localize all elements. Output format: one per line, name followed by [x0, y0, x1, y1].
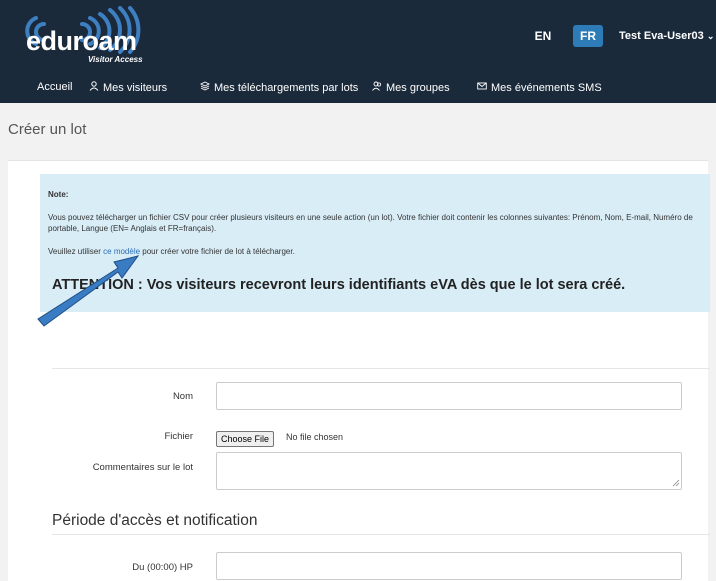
note-label: Note: — [48, 190, 69, 199]
nav-item-label: Mes groupes — [386, 82, 450, 94]
chevron-down-icon: ⌄ — [706, 31, 715, 41]
nav-item-label: Accueil — [37, 81, 73, 93]
from-date-input[interactable] — [216, 552, 682, 580]
from-label: Du (00:00) HP — [132, 562, 193, 573]
divider — [52, 534, 710, 535]
nav-item-mes-telechargements-par-lots[interactable]: Mes téléchargements par lots — [199, 81, 358, 94]
user-menu[interactable]: Test Eva-User03 ⌄ — [619, 25, 714, 47]
top-navigation-bar: eduroam Visitor Access EN FR Test Eva-Us… — [0, 0, 716, 103]
nav-item-label: Mes téléchargements par lots — [214, 82, 359, 94]
note-text-after: pour créer votre fichier de lot à téléch… — [140, 247, 295, 256]
name-input[interactable] — [216, 382, 682, 410]
file-label: Fichier — [164, 431, 193, 442]
page-title: Créer un lot — [8, 121, 87, 138]
section-title-access-period: Période d'accès et notification — [52, 512, 258, 529]
layers-icon — [199, 81, 211, 94]
logo-subtitle: Visitor Access — [88, 55, 143, 64]
user-name: Test Eva-User03 — [619, 30, 704, 42]
note-text: Vous pouvez télécharger un fichier CSV p… — [48, 213, 693, 233]
divider — [52, 368, 710, 369]
comments-label: Commentaires sur le lot — [92, 462, 193, 473]
nav-item-label: Mes événements SMS — [491, 82, 602, 94]
nav-item-accueil[interactable]: Accueil — [37, 81, 72, 93]
resize-grip-icon[interactable] — [672, 479, 680, 487]
name-label: Nom — [172, 391, 193, 402]
users-icon — [371, 81, 383, 94]
nav-item-mes-visiteurs[interactable]: Mes visiteurs — [88, 81, 167, 94]
nav-item-mes-evenements-sms[interactable]: Mes événements SMS — [476, 81, 602, 94]
eduroam-logo[interactable]: eduroam Visitor Access — [24, 6, 164, 68]
file-status: No file chosen — [286, 432, 344, 442]
nav-item-label: Mes visiteurs — [103, 82, 168, 94]
nav-item-mes-groupes[interactable]: Mes groupes — [371, 81, 450, 94]
comments-textarea[interactable] — [216, 452, 682, 490]
language-fr-button[interactable]: FR — [573, 25, 603, 47]
envelope-icon — [476, 81, 488, 94]
user-icon — [88, 81, 100, 94]
main-nav: Accueil Mes visiteurs Mes téléchargement… — [0, 75, 716, 103]
language-en-button[interactable]: EN — [530, 25, 556, 47]
choose-file-button[interactable]: Choose File — [216, 431, 275, 447]
annotation-arrow-icon — [37, 255, 140, 327]
logo-wordmark: eduroam — [26, 26, 137, 56]
